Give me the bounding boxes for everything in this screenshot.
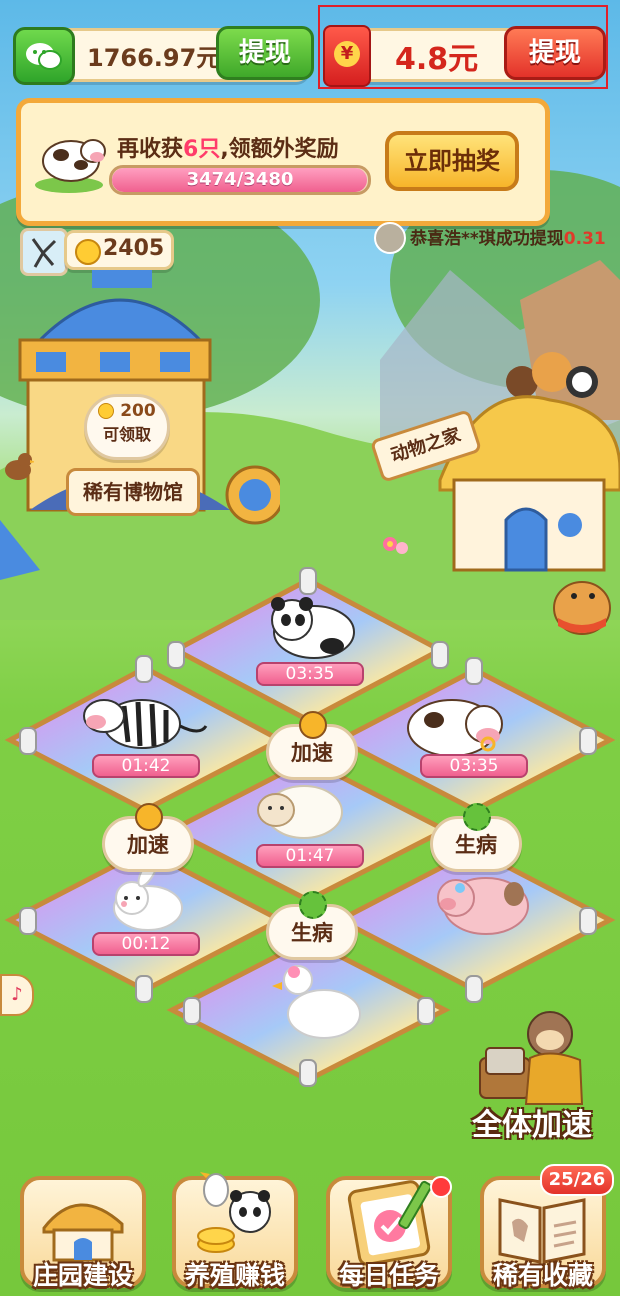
music-note-icon[interactable]: ♪ xyxy=(0,974,34,1016)
museum-reward-label: 可领取 xyxy=(102,425,151,444)
speedup-label: 加速 xyxy=(291,741,333,765)
book-icon xyxy=(498,1198,586,1264)
game-scene: 1766.97元 提现 ¥ 4.8元 提现 再收获6只,领额外奖励 3474/3… xyxy=(0,0,620,1296)
museum-sign: 稀有博物馆 xyxy=(66,468,200,516)
redpacket-icon: ¥ xyxy=(323,25,371,87)
avatar[interactable] xyxy=(20,228,68,276)
harvest-progress-bar: 3474/3480 xyxy=(109,165,371,195)
ticker-message: 恭喜浩**琪成功提现 xyxy=(410,229,564,249)
yuan-icon: ¥ xyxy=(334,41,360,67)
bird-icon xyxy=(5,453,34,480)
museum-reward-value: 200 xyxy=(120,401,156,421)
wechat-icon xyxy=(13,27,75,85)
coin-amount: 2405 xyxy=(103,236,165,261)
wallet-balance: 1766.97元 xyxy=(87,44,221,72)
ticker-text: 恭喜浩**琪成功提现0.31 xyxy=(410,224,606,249)
house-icon xyxy=(42,1203,124,1262)
redpacket-withdraw-button[interactable]: 提现 xyxy=(504,26,606,80)
speedup-bubble[interactable]: 加速 xyxy=(266,711,358,780)
speedup-bubble[interactable]: 加速 xyxy=(102,803,194,872)
pen-timer-rabbit: 00:12 xyxy=(92,932,200,956)
sick-bubble[interactable]: 生病 xyxy=(266,891,358,960)
harvest-text-prefix: 再收获 xyxy=(117,137,184,162)
panda-icon[interactable] xyxy=(262,590,362,660)
duck-icon[interactable] xyxy=(272,956,368,1046)
speedup-label: 加速 xyxy=(127,833,169,857)
zebra-icon[interactable] xyxy=(80,676,210,756)
pen-timer-zebra: 01:42 xyxy=(92,754,200,778)
flower-icon xyxy=(383,537,408,554)
pen-timer-cow: 03:35 xyxy=(420,754,528,778)
sheep-icon[interactable] xyxy=(248,778,348,848)
pen-timer-sheep: 01:47 xyxy=(256,844,364,868)
rabbit-icon[interactable] xyxy=(98,862,188,934)
sick-bubble[interactable]: 生病 xyxy=(430,803,522,872)
nav-daily-tasks[interactable]: 每日任务 xyxy=(326,1176,452,1290)
harvest-banner: 再收获6只,领额外奖励 3474/3480 立即抽奖 xyxy=(16,98,550,226)
panda-coins-icon xyxy=(197,1172,271,1253)
virus-icon xyxy=(299,891,327,919)
cow-icon xyxy=(35,139,106,193)
harvest-count: 6只 xyxy=(183,137,221,162)
notification-dot xyxy=(430,1176,452,1198)
pig-icon[interactable] xyxy=(430,864,530,940)
nav-label: 每日任务 xyxy=(338,1261,439,1290)
nav-manor-build[interactable]: 庄园建设 xyxy=(20,1176,146,1290)
coin-counter: 2405 xyxy=(64,230,174,270)
redpacket-amount: 4.8元 xyxy=(395,42,479,77)
museum-reward-amount: 200 xyxy=(87,401,167,421)
wallet-withdraw-button[interactable]: 提现 xyxy=(216,26,314,80)
harvest-progress-text: 3474/3480 xyxy=(186,169,294,190)
speed-all-button[interactable]: 全体加速 xyxy=(462,1100,602,1144)
lottery-button[interactable]: 立即抽奖 xyxy=(385,131,519,191)
collection-badge: 25/26 xyxy=(540,1164,614,1196)
pen-timer-panda: 03:35 xyxy=(256,662,364,686)
animal-home-house[interactable] xyxy=(430,340,620,580)
nav-breed-earn[interactable]: 养殖赚钱 xyxy=(172,1172,298,1290)
clock-icon xyxy=(135,803,163,831)
clipboard-check-icon xyxy=(347,1180,432,1266)
harvest-text: 再收获6只,领额外奖励 xyxy=(117,131,339,163)
clock-icon xyxy=(299,711,327,739)
sick-label: 生病 xyxy=(455,833,497,857)
nav-label: 养殖赚钱 xyxy=(184,1261,285,1290)
nav-label: 庄园建设 xyxy=(32,1261,133,1290)
coin-icon xyxy=(75,239,101,265)
ticker-avatar xyxy=(374,222,406,254)
museum-reward-bubble[interactable]: 200 可领取 xyxy=(84,394,170,460)
nav-rare-collection[interactable]: 25/26 稀有收藏 xyxy=(480,1164,614,1290)
sick-label: 生病 xyxy=(291,921,333,945)
ticker-amount: 0.31 xyxy=(563,229,606,249)
virus-icon xyxy=(463,803,491,831)
harvest-text-suffix: ,领额外奖励 xyxy=(220,137,339,162)
coin-icon xyxy=(98,403,115,419)
nav-label: 稀有收藏 xyxy=(492,1261,593,1290)
cow-icon[interactable] xyxy=(400,684,510,764)
